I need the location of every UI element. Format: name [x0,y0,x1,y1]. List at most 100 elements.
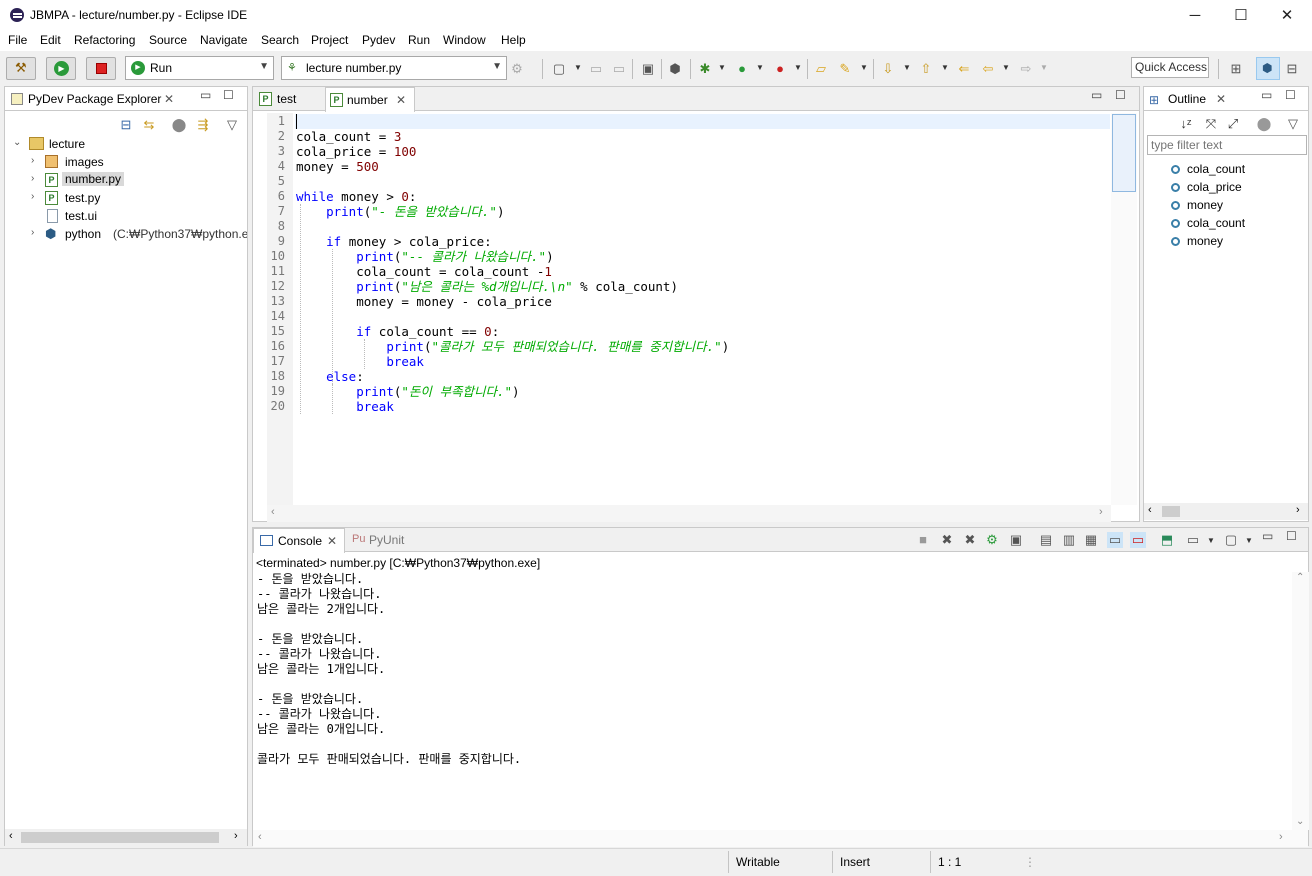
back-icon[interactable]: ⇦ [980,61,996,77]
show-stderr-icon[interactable]: ▭ [1130,532,1146,548]
terminal-icon[interactable]: ▣ [640,61,656,77]
chevron-right-icon[interactable]: › [1296,504,1300,516]
minimize-icon[interactable]: ▭ [1261,88,1272,102]
menu-file[interactable]: File [8,33,27,47]
menu-navigate[interactable]: Navigate [200,33,247,47]
remove-launch-icon[interactable]: ✖ [939,532,955,548]
console-horizontal-scrollbar[interactable]: ‹ › [253,830,1308,847]
close-button[interactable]: ✕ [1264,0,1310,31]
maximize-button[interactable]: ☐ [1218,0,1264,31]
open-perspective-icon[interactable]: ⊞ [1228,61,1244,77]
tree-item-python-interpreter[interactable]: › ⬢ python (C:₩Python37₩python.ex [9,225,247,243]
open-console-icon[interactable]: ▢ [1223,532,1239,548]
gear-icon[interactable]: ⚙ [509,61,525,77]
prev-annotation-icon[interactable]: ⇧ [918,61,934,77]
show-stdout-icon[interactable]: ▭ [1107,532,1123,548]
menu-source[interactable]: Source [149,33,187,47]
remove-all-icon[interactable]: ✖ [962,532,978,548]
launch-config-select[interactable]: ⚘ lecture number.py ▼ [281,56,507,80]
link-editor-icon[interactable]: ⇆ [141,117,157,133]
run-icon[interactable]: ● [734,61,750,77]
focus-icon[interactable]: ⇶ [195,117,211,133]
filter-icon[interactable]: ⬤ [1256,116,1272,132]
word-wrap-icon[interactable]: ▦ [1083,532,1099,548]
last-edit-icon[interactable]: ⇐ [956,61,972,77]
chevron-right-icon[interactable]: › [234,830,238,842]
save-icon[interactable]: ▭ [588,61,604,77]
tab-package-explorer[interactable]: PyDev Package Explorer [28,87,161,111]
stop-square-icon[interactable]: ■ [915,532,931,548]
filter-icon[interactable]: ⬤ [171,117,187,133]
chevron-down-icon[interactable]: ▼ [794,63,802,72]
external-tools-icon[interactable]: ● [772,61,788,77]
menu-search[interactable]: Search [261,33,299,47]
view-menu-icon[interactable]: ▽ [1285,116,1301,132]
tab-console[interactable]: Console ✕ [253,528,345,553]
chevron-right-icon[interactable]: › [1099,506,1103,518]
close-icon[interactable]: ✕ [164,92,174,106]
display-console-icon[interactable]: ▭ [1185,532,1201,548]
chevron-down-icon[interactable]: ▼ [574,63,582,72]
explorer-horizontal-scrollbar[interactable]: ‹ › [5,829,247,846]
collapse-all-icon[interactable]: ⊟ [118,117,134,133]
scrollbar-thumb[interactable] [1162,506,1180,517]
build-button[interactable]: ⚒ [6,57,36,80]
console-vertical-scrollbar[interactable]: ⌃ ⌄ [1292,572,1309,830]
next-annotation-icon[interactable]: ⇩ [880,61,896,77]
chevron-left-icon[interactable]: ‹ [9,830,13,842]
maximize-icon[interactable]: ☐ [1285,88,1296,102]
overview-ruler[interactable] [1111,113,1137,505]
close-icon[interactable]: ✕ [327,534,337,548]
java-perspective-icon[interactable]: ⊟ [1284,61,1300,77]
view-menu-icon[interactable]: ▽ [224,117,240,133]
chevron-left-icon[interactable]: ‹ [258,831,262,843]
chevron-left-icon[interactable]: ‹ [271,506,275,518]
console-output[interactable]: - 돈을 받았습니다. -- 콜라가 나왔습니다. 남은 콜라는 2개입니다. … [253,572,1292,830]
collapse-icon[interactable]: ⤧ [1203,116,1219,132]
close-icon[interactable]: ✕ [396,93,406,107]
search-tool-icon[interactable]: ✎ [837,61,853,77]
chevron-up-icon[interactable]: ⌃ [1296,572,1304,583]
copy-icon[interactable]: ▣ [1008,532,1024,548]
clear-console-icon[interactable]: ▤ [1038,532,1054,548]
menu-window[interactable]: Window [443,33,486,47]
chevron-down-icon[interactable]: ▼ [941,63,949,72]
debug-icon[interactable]: ✱ [697,61,713,77]
run-mode-select[interactable]: ▶ Run ▼ [125,56,274,80]
relaunch-icon[interactable]: ⚙ [984,532,1000,548]
editor-horizontal-scrollbar[interactable]: ‹ › [267,505,1111,522]
quick-access-input[interactable]: Quick Access [1131,57,1209,78]
menu-refactoring[interactable]: Refactoring [74,33,135,47]
chevron-down-icon[interactable]: ⌄ [13,137,21,148]
chevron-down-icon[interactable]: ▼ [756,63,764,72]
menu-pydev[interactable]: Pydev [362,33,395,47]
scrollbar-thumb[interactable] [1112,114,1136,192]
tab-pyunit[interactable]: Pu PyUnit [347,528,417,552]
minimize-icon[interactable]: ▭ [200,88,211,102]
chevron-right-icon[interactable]: › [31,227,34,238]
chevron-down-icon[interactable]: ▼ [1245,536,1253,545]
chevron-down-icon[interactable]: ▼ [718,63,726,72]
chevron-down-icon[interactable]: ▼ [1040,63,1048,72]
menu-edit[interactable]: Edit [40,33,61,47]
minimize-icon[interactable]: ▭ [1091,88,1102,102]
new-icon[interactable]: ▢ [551,61,567,77]
pin-console-icon[interactable]: ⬒ [1159,532,1175,548]
tab-test[interactable]: P test [253,87,323,111]
chevron-right-icon[interactable]: › [31,155,34,166]
stop-button[interactable] [86,57,116,80]
chevron-down-icon[interactable]: ⌄ [1296,816,1304,827]
tree-item-number-py[interactable]: › P number.py [9,171,249,189]
chevron-right-icon[interactable]: › [31,173,34,184]
forward-icon[interactable]: ⇨ [1018,61,1034,77]
chevron-left-icon[interactable]: ‹ [1148,504,1152,516]
minimize-icon[interactable]: ▭ [1262,529,1273,543]
pydev-icon[interactable]: ⬢ [667,61,683,77]
tab-number[interactable]: P number ✕ [325,87,415,112]
open-folder-icon[interactable]: ▱ [813,61,829,77]
menu-run[interactable]: Run [408,33,430,47]
run-button[interactable]: ▶ [46,57,76,80]
outline-horizontal-scrollbar[interactable]: ‹ › [1144,503,1308,520]
save-all-icon[interactable]: ▭ [611,61,627,77]
minimize-button[interactable]: ─ [1172,0,1218,31]
